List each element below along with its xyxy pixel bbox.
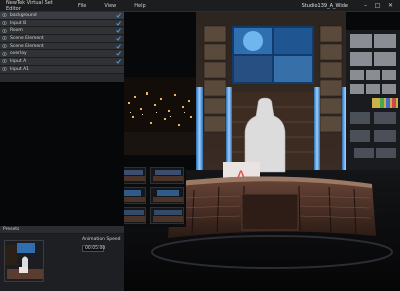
virtual-set-scene: A [124,12,400,291]
checkbox-checked-icon[interactable] [116,36,121,41]
layer-row-room[interactable]: Room [0,27,124,36]
presets-panel [0,234,124,291]
layer-label: Input A [10,58,27,64]
checkbox-checked-icon[interactable] [116,51,121,57]
layer-row-overlay[interactable]: overlay [0,50,124,59]
minimize-icon[interactable]: – [361,2,370,10]
checkbox-checked-icon[interactable] [116,28,121,34]
menu-file[interactable]: File [78,3,86,9]
eye-icon[interactable] [2,28,7,33]
camera-thumb-3[interactable] [150,167,184,184]
layer-label: Scene Element [10,35,44,41]
eye-icon[interactable] [2,36,7,41]
app-title: NewTek Virtual Set Editor [6,0,53,12]
camera-thumb-9[interactable] [150,207,184,224]
layer-label: Input A1 [10,66,30,72]
scene-name: Studio139_A_Wide [301,3,348,9]
animation-speed-label: Animation Speed [82,237,121,242]
checkbox-checked-icon[interactable] [116,43,121,49]
layer-row-input-a1[interactable]: Input A1 [0,65,124,74]
eye-icon[interactable] [2,52,7,56]
menu-view[interactable]: View [104,3,116,9]
checkbox-checked-icon[interactable] [116,20,121,26]
camera-thumb-8[interactable] [124,207,146,224]
scene-viewport[interactable]: A [124,12,400,291]
layer-row-input-b[interactable]: Input B [0,19,124,28]
layer-row-scene-element[interactable]: Scene Element [0,35,124,43]
animation-speed-input[interactable]: 00:05:00 [82,245,105,252]
checkbox-checked-icon[interactable] [116,59,121,64]
layer-row-scene-element-2[interactable]: Scene Element [0,42,124,51]
camera-thumbnails [124,167,186,227]
layer-label: Room [10,28,23,34]
layer-row-input-a[interactable]: Input A [0,58,124,66]
layers-panel: background Input B Room Scene Element Sc… [0,12,124,82]
camera-thumb-2[interactable] [124,167,146,184]
eye-icon[interactable] [2,44,7,48]
eye-icon[interactable] [2,59,7,64]
checkbox-checked-icon[interactable] [116,13,121,18]
layer-row-background[interactable]: background [0,12,124,20]
maximize-icon[interactable]: □ [373,2,382,10]
eye-icon[interactable] [2,21,7,25]
camera-thumb-5[interactable] [124,187,146,204]
layer-label: overlay [10,51,27,57]
close-icon[interactable]: ✕ [386,2,395,10]
camera-thumb-6[interactable] [150,187,184,204]
layer-label: Input B [10,20,27,26]
eye-icon[interactable] [2,13,7,18]
layer-label: background [10,12,37,18]
layer-label: Scene Element [10,43,44,49]
menu-help[interactable]: Help [134,3,145,9]
presets-header: Presets [0,226,124,234]
eye-icon[interactable] [2,67,7,71]
preset-thumbnail[interactable] [4,240,44,282]
